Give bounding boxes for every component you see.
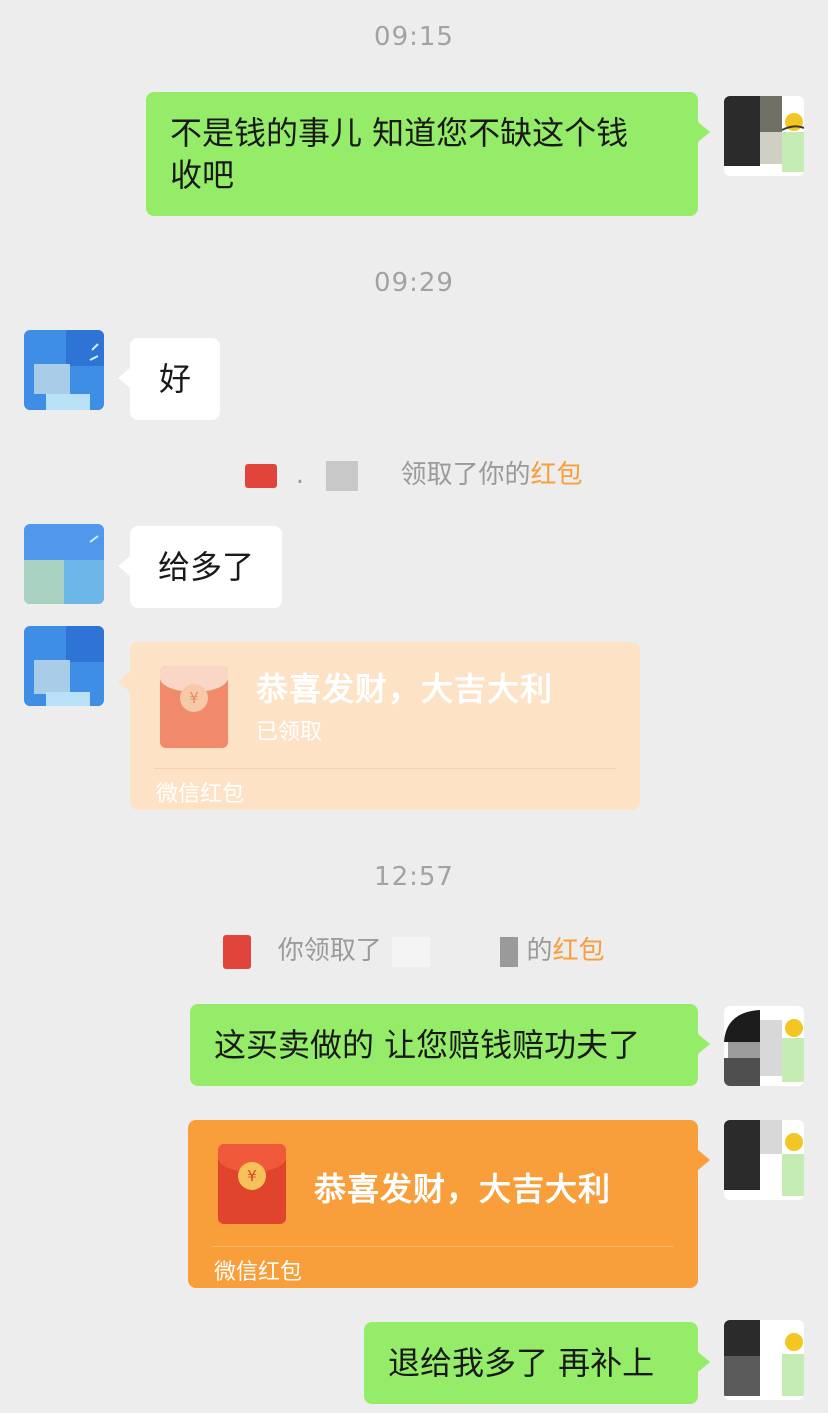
contact-avatar[interactable] — [24, 330, 104, 410]
my-message-bubble[interactable]: 这买卖做的 让您赔钱赔功夫了 — [190, 1004, 698, 1086]
bubble-tail — [698, 1150, 710, 1170]
red-packet-status: 已领取 — [256, 720, 323, 745]
contact-message-bubble[interactable]: 好 — [130, 338, 220, 420]
red-packet-icon — [223, 934, 252, 969]
divider — [154, 768, 616, 769]
red-packet-link[interactable]: 红包 — [531, 460, 583, 490]
blurred-name — [500, 936, 519, 967]
message-text: 收吧 — [170, 156, 235, 194]
seal-icon: ¥ — [238, 1162, 266, 1190]
red-packet-card[interactable]: ¥ 恭喜发财，大吉大利 微信红包 — [188, 1120, 698, 1288]
contact-avatar[interactable] — [24, 524, 104, 604]
timestamp: 12:57 — [374, 862, 454, 892]
my-avatar[interactable] — [724, 1006, 804, 1086]
notice-prefix: 你领取了 — [277, 936, 382, 966]
message-text: 不是钱的事儿 知道您不缺这个钱 — [170, 114, 629, 152]
bubble-tail — [118, 556, 130, 576]
message-text: 给多了 — [157, 548, 254, 586]
avatar-image — [724, 1006, 804, 1086]
bubble-tail — [698, 1352, 710, 1372]
red-packet-footer: 微信红包 — [156, 782, 245, 807]
my-avatar[interactable] — [724, 1320, 804, 1400]
blurred-name — [391, 936, 430, 967]
avatar-image — [24, 524, 104, 604]
my-message-bubble[interactable]: 不是钱的事儿 知道您不缺这个钱 收吧 — [146, 92, 698, 216]
bubble-tail — [698, 1034, 710, 1054]
red-packet-envelope-icon: ¥ — [218, 1144, 286, 1224]
notice-prefix: . — [295, 460, 304, 490]
red-packet-card-opened[interactable]: ¥ 恭喜发财，大吉大利 已领取 微信红包 — [130, 642, 640, 810]
seal-icon: ¥ — [180, 684, 208, 712]
red-packet-claimed-notice: . 领取了你的红包 — [0, 454, 828, 491]
my-avatar[interactable] — [724, 1120, 804, 1200]
timestamp: 09:15 — [374, 22, 454, 52]
bubble-tail — [698, 122, 710, 142]
red-packet-link[interactable]: 红包 — [553, 936, 605, 966]
blurred-name — [326, 460, 359, 491]
red-packet-envelope-icon: ¥ — [160, 666, 228, 748]
bubble-tail — [118, 368, 130, 388]
avatar-image — [24, 330, 104, 410]
red-packet-footer: 微信红包 — [214, 1260, 303, 1285]
red-packet-icon — [245, 463, 278, 488]
contact-avatar[interactable] — [24, 626, 104, 706]
timestamp: 09:29 — [374, 268, 454, 298]
notice-text: 的 — [526, 936, 553, 966]
red-packet-title: 恭喜发财，大吉大利 — [256, 670, 554, 708]
divider — [212, 1246, 674, 1247]
my-message-bubble[interactable]: 退给我多了 再补上 — [364, 1322, 698, 1404]
contact-message-bubble[interactable]: 给多了 — [130, 526, 282, 608]
avatar-image — [724, 1320, 804, 1400]
my-avatar[interactable] — [724, 96, 804, 176]
red-packet-title: 恭喜发财，大吉大利 — [314, 1170, 612, 1208]
message-text: 退给我多了 再补上 — [388, 1344, 655, 1382]
avatar-image — [24, 626, 104, 706]
notice-text: 领取了你的 — [400, 460, 531, 490]
red-packet-claimed-notice: 你领取了 的红包 — [0, 930, 828, 969]
avatar-image — [724, 96, 804, 176]
message-text: 好 — [158, 360, 191, 398]
message-text: 这买卖做的 让您赔钱赔功夫了 — [214, 1026, 641, 1064]
bubble-tail — [118, 672, 130, 692]
avatar-image — [724, 1120, 804, 1200]
